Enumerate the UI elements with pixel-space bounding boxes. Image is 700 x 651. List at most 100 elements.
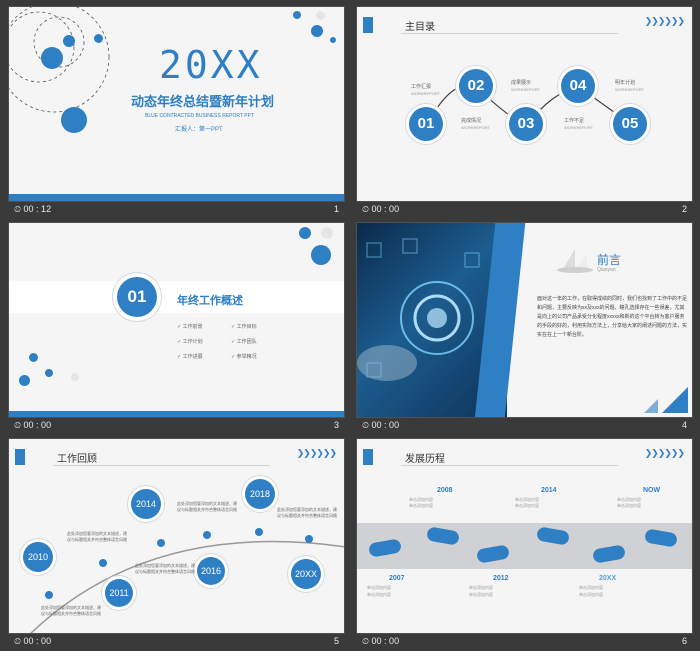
- slide-6[interactable]: 发展历程 ❯❯❯❯❯❯ 2008 2014 NOW 单击添加内容 单击添加内容 …: [356, 438, 693, 634]
- year-circle: 2014: [131, 489, 161, 519]
- clock-icon: ⏲: [14, 204, 22, 214]
- slide-number: 5: [333, 636, 339, 646]
- timeline-node: [305, 535, 313, 543]
- section-number: 01: [117, 277, 157, 317]
- year-circle: 2016: [197, 557, 225, 585]
- bullet-item: ✓ 工作进展: [177, 354, 203, 360]
- toc-sub: WORKREPORT: [461, 125, 491, 130]
- slide-3-meta: ⏲ 00 : 00 3: [8, 417, 345, 435]
- toc-item-01[interactable]: 01: [409, 107, 443, 141]
- toc-label: 完成情况: [461, 118, 482, 124]
- slide-5[interactable]: 工作回顾 ❯❯❯❯❯❯ 2010 2011 2014 2016 2018 20X…: [8, 438, 345, 634]
- bullet-item: ✓ 工作前景: [177, 324, 203, 330]
- footer-bar: [9, 194, 344, 201]
- timeline-note: 此处添加您要添加的文本描述，建议与标题相关并符合整体语言风格: [277, 507, 337, 518]
- deco-dot: [29, 353, 38, 362]
- slide-2[interactable]: 主目录 ❯❯❯❯❯❯ 01 02 03 04 05 工作汇报 WORKREPOR…: [356, 6, 693, 202]
- clock-icon: ⏲: [362, 420, 370, 430]
- note: 单击添加内容: [409, 503, 433, 508]
- timeline-node: [255, 528, 263, 536]
- timeline-node: [99, 559, 107, 567]
- chevron-arrows-icon: ❯❯❯❯❯❯: [644, 448, 685, 458]
- note: 单击添加内容: [367, 585, 391, 590]
- toc-item-04[interactable]: 04: [561, 69, 595, 103]
- deco-dot: [311, 25, 323, 37]
- header-mark: [363, 449, 373, 465]
- corner-triangle: [662, 387, 688, 413]
- deco-dot: [45, 369, 53, 377]
- toc-sub: WORKREPORT: [564, 125, 594, 130]
- timeline-node: [45, 591, 53, 599]
- slide-1[interactable]: 20XX 动态年终总结暨新年计划 BLUE CONTRACTED BUSINES…: [8, 6, 345, 202]
- bullet-item: ✓ 工作团队: [231, 339, 257, 345]
- slide-time: 00 : 00: [23, 420, 52, 430]
- slide-5-meta: ⏲ 00 : 00 5: [8, 633, 345, 651]
- year-circle: 2011: [105, 579, 133, 607]
- toc-item-03[interactable]: 03: [509, 107, 543, 141]
- deco-dot: [19, 375, 30, 386]
- slide-1-subtitle: 动态年终总结暨新年计划: [131, 94, 275, 109]
- slide-number: 2: [681, 204, 687, 214]
- year-bottom: 2012: [493, 575, 509, 582]
- year-top: 2014: [541, 487, 557, 494]
- note: 单击添加内容: [367, 592, 391, 597]
- slide-1-meta: ⏲ 00 : 12 1: [8, 201, 345, 219]
- year-circle: 2018: [245, 479, 275, 509]
- toc-item-05[interactable]: 05: [613, 107, 647, 141]
- toc-label: 工作不足: [564, 118, 585, 124]
- slide-1-english: BLUE CONTRACTED BUSINESS REPORT PPT: [145, 113, 255, 119]
- section-heading: 年终工作概述: [177, 295, 243, 307]
- slide-2-meta: ⏲ 00 : 00 2: [356, 201, 693, 219]
- deco-dot: [330, 37, 336, 43]
- slide-header: 发展历程: [357, 445, 692, 466]
- preface-heading: 前言: [597, 253, 622, 267]
- deco-dot: [321, 227, 333, 239]
- slide-number: 3: [333, 420, 339, 430]
- connector-curve: [426, 84, 633, 126]
- note: 单击添加内容: [617, 503, 641, 508]
- toc-sub: WORKREPORT: [411, 91, 441, 96]
- slide-6-meta: ⏲ 00 : 00 6: [356, 633, 693, 651]
- toc-sub: WORKREPORT: [511, 87, 541, 92]
- year-top: 2008: [437, 487, 453, 494]
- slide-1-title: 20XX: [159, 43, 263, 87]
- year-circle: 2010: [23, 542, 53, 572]
- clock-icon: ⏲: [362, 636, 370, 646]
- slide-time: 00 : 12: [23, 204, 52, 214]
- slide-time: 00 : 00: [371, 636, 400, 646]
- deco-dot: [71, 373, 79, 381]
- toc-sub: WORKREPORT: [615, 87, 645, 92]
- year-bottom: 20XX: [599, 575, 617, 582]
- slide-number: 1: [333, 204, 339, 214]
- timeline-node: [157, 539, 165, 547]
- note: 单击添加内容: [469, 585, 493, 590]
- slide-4[interactable]: 前言 Qianyan 面对这一年的工作，在取得成绩的同时，我们也找到了工作中的不…: [356, 222, 693, 418]
- header-title: 发展历程: [405, 454, 445, 465]
- toc-label: 成果展示: [511, 80, 532, 86]
- deco-dot: [41, 47, 63, 69]
- timeline-note: 此处添加您要添加的文本描述，建议与标题相关并符合整体语言风格: [67, 531, 127, 542]
- timeline-note: 此处添加您要添加的文本描述，建议与标题相关并符合整体语言风格: [135, 563, 195, 574]
- preface-sub: Qianyan: [597, 267, 616, 273]
- year-bottom: 2007: [389, 575, 405, 582]
- deco-dot: [299, 227, 311, 239]
- sailboat-illustration: [555, 247, 595, 273]
- bullet-item: ✓ 工作计划: [177, 339, 203, 345]
- slide-time: 00 : 00: [371, 420, 400, 430]
- slide-1-reporter: 汇报人：第一PPT: [175, 127, 223, 133]
- timeline-note: 此处添加您要添加的文本描述，建议与标题相关并符合整体语言风格: [41, 605, 101, 616]
- year-top: NOW: [643, 487, 661, 494]
- slide-3[interactable]: 01 年终工作概述 ✓ 工作前景 ✓ 工作计划 ✓ 工作进展 ✓ 工作目标 ✓ …: [8, 222, 345, 418]
- timeline-note: 此处添加您要添加的文本描述，建议与标题相关并符合整体语言风格: [177, 501, 237, 512]
- header-line: [401, 465, 618, 466]
- bullet-item: ✓ 参举精况: [231, 354, 257, 360]
- road-band: [357, 523, 692, 569]
- clock-icon: ⏲: [14, 420, 22, 430]
- toc-item-02[interactable]: 02: [459, 69, 493, 103]
- note: 单击添加内容: [515, 503, 539, 508]
- deco-dot: [94, 34, 103, 43]
- timeline-node: [203, 531, 211, 539]
- slide-time: 00 : 00: [23, 636, 52, 646]
- slide-time: 00 : 00: [371, 204, 400, 214]
- clock-icon: ⏲: [362, 204, 370, 214]
